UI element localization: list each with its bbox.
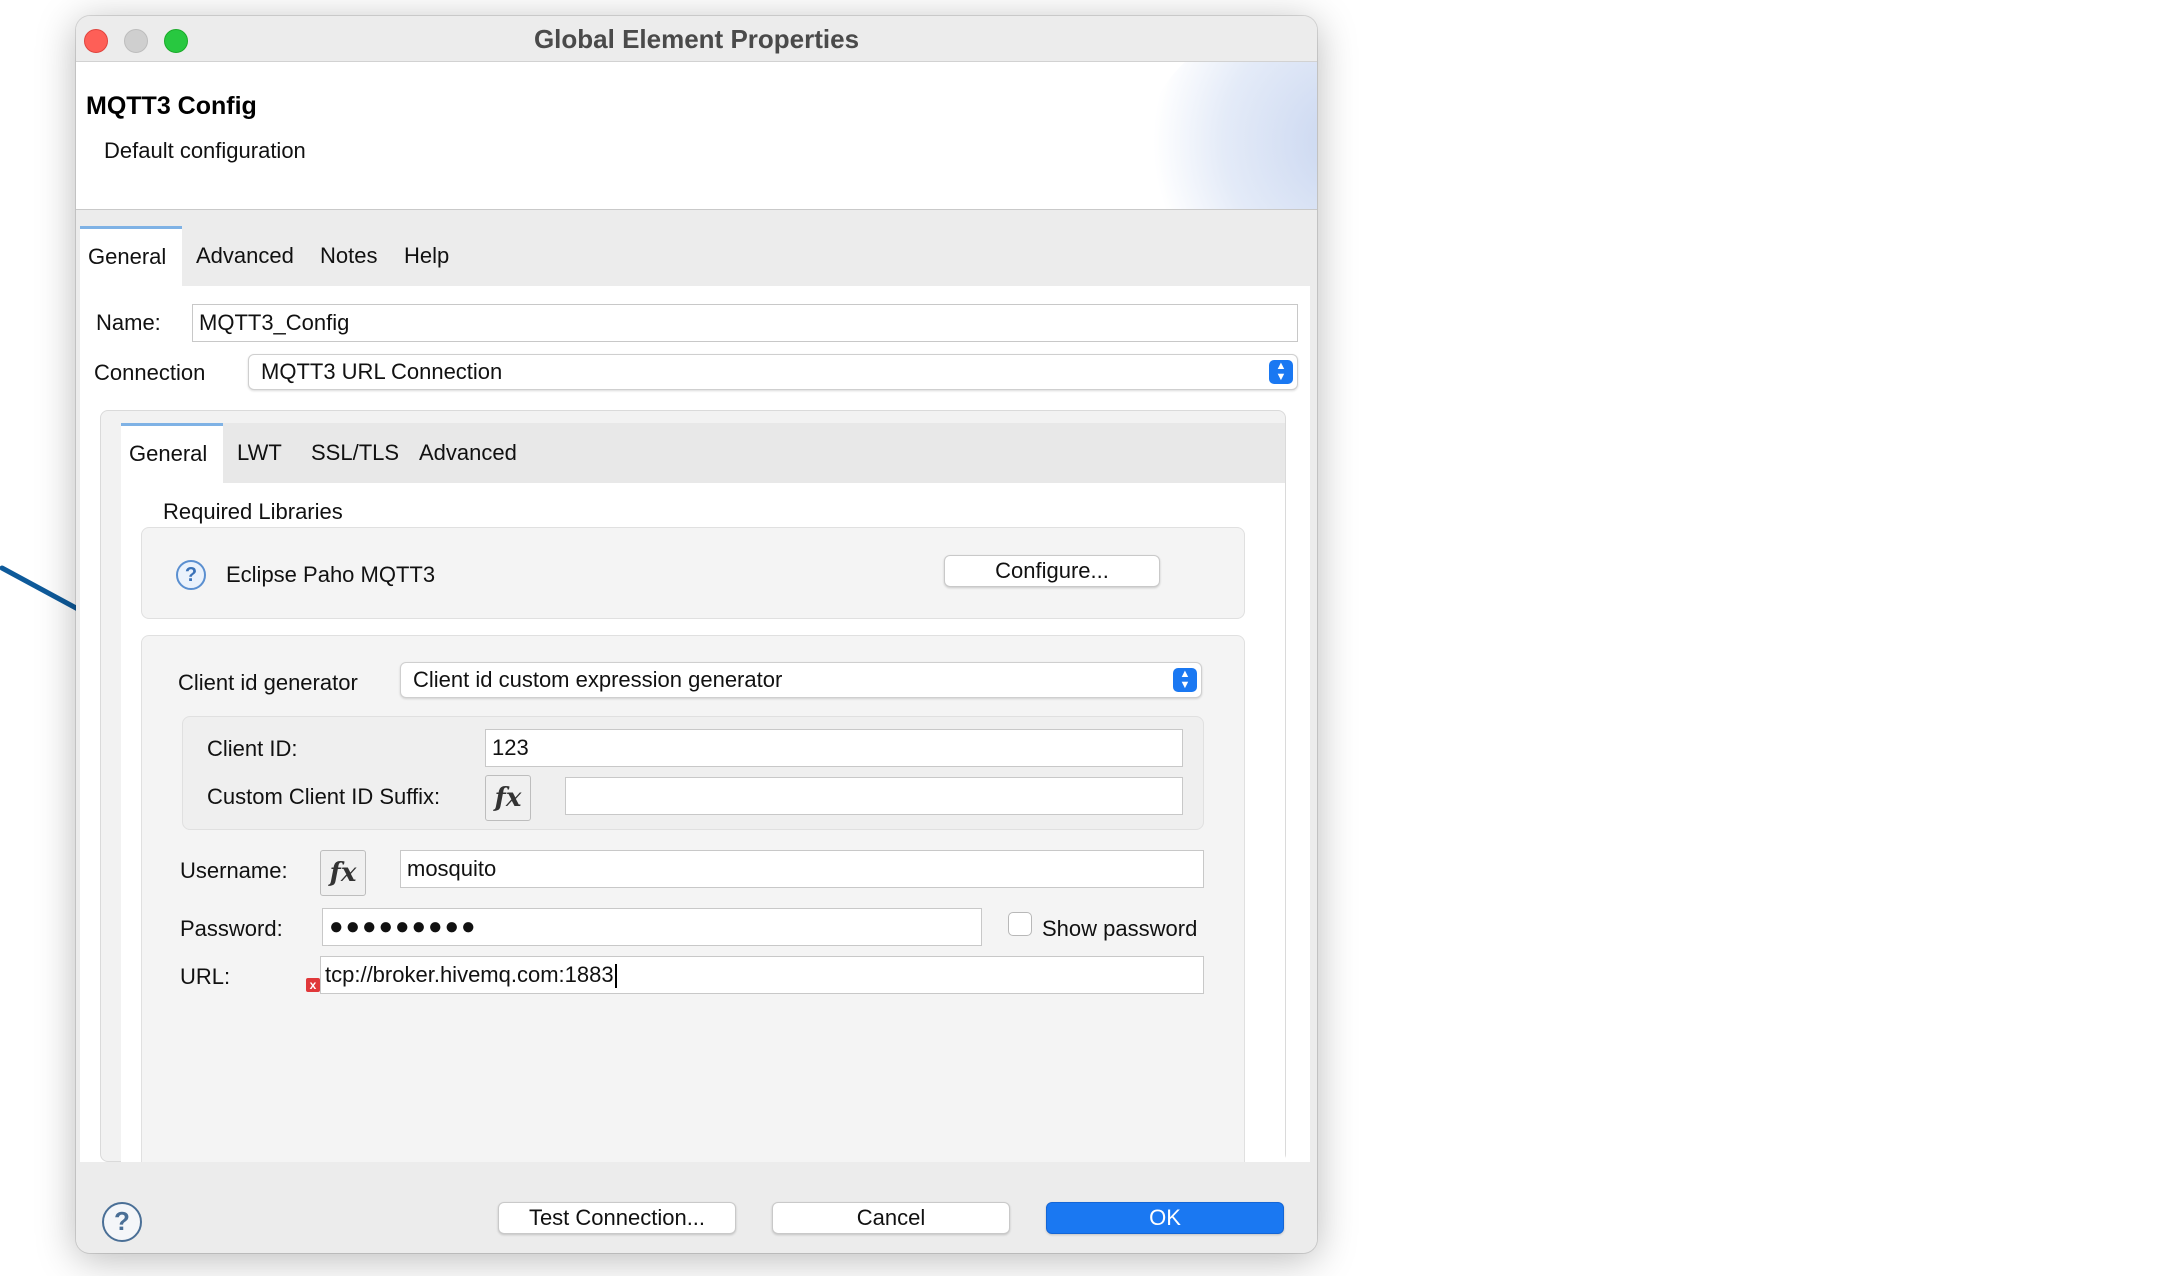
window-title: Global Element Properties (533, 24, 860, 54)
tab-advanced[interactable]: Advanced (188, 226, 302, 286)
client-id-subgroup: Client ID: 123 Custom Client ID Suffix: … (182, 716, 1204, 830)
main-tabbar: General Advanced Notes Help (76, 210, 1317, 286)
connection-panel: General LWT SSL/TLS Advanced Required Li… (100, 410, 1286, 1163)
custom-suffix-input[interactable] (565, 777, 1183, 815)
url-input[interactable]: tcp://broker.hivemq.com:1883 (320, 956, 1204, 994)
inner-tab-general[interactable]: General (121, 423, 223, 483)
cancel-button[interactable]: Cancel (772, 1202, 1010, 1234)
url-input-value: tcp://broker.hivemq.com:1883 (325, 962, 614, 987)
connection-general-content: Required Libraries ? Eclipse Paho MQTT3 … (121, 483, 1285, 1163)
tab-general[interactable]: General (80, 226, 182, 286)
name-label: Name: (96, 310, 161, 335)
username-fx-button[interactable]: fx (320, 850, 366, 896)
ok-button[interactable]: OK (1046, 1202, 1284, 1234)
select-updown-icon: ▲ ▼ (1173, 668, 1197, 692)
username-label: Username: (180, 858, 288, 883)
question-icon: ? (176, 560, 206, 590)
dialog-header: MQTT3 Config Default configuration (76, 62, 1317, 210)
connection-select-value: MQTT3 URL Connection (261, 359, 503, 384)
header-decoration (1137, 62, 1317, 209)
show-password-label: Show password (1042, 916, 1198, 941)
connection-label: Connection (94, 360, 206, 385)
client-id-generator-select[interactable]: Client id custom expression generator ▲ ▼ (400, 662, 1202, 698)
configure-button[interactable]: Configure... (944, 555, 1160, 587)
custom-suffix-label: Custom Client ID Suffix: (207, 784, 441, 809)
config-title: MQTT3 Config (86, 92, 257, 120)
library-name: Eclipse Paho MQTT3 (226, 562, 436, 587)
password-input[interactable]: ●●●●●●●●● (322, 908, 982, 946)
client-id-label: Client ID: (207, 736, 298, 761)
client-id-generator-label: Client id generator (178, 670, 358, 695)
tab-notes[interactable]: Notes (312, 226, 385, 286)
url-label: URL: (180, 964, 231, 989)
inner-tab-advanced[interactable]: Advanced (411, 423, 525, 483)
error-icon: x (306, 978, 320, 992)
config-subtitle: Default configuration (104, 138, 306, 163)
dialog-footer: ? Test Connection... Cancel OK (76, 1162, 1317, 1253)
title-bar: Global Element Properties (76, 16, 1317, 62)
client-id-input[interactable]: 123 (485, 729, 1183, 767)
client-id-generator-value: Client id custom expression generator (413, 667, 783, 692)
tab-help[interactable]: Help (396, 226, 457, 286)
connection-select[interactable]: MQTT3 URL Connection ▲ ▼ (248, 354, 1298, 390)
dialog-window: Global Element Properties MQTT3 Config D… (76, 16, 1317, 1253)
name-input[interactable]: MQTT3_Config (192, 304, 1298, 342)
inner-tab-lwt[interactable]: LWT (229, 423, 290, 483)
required-libraries-group: ? Eclipse Paho MQTT3 Configure... (141, 527, 1245, 619)
username-input[interactable]: mosquito (400, 850, 1204, 888)
show-password-checkbox[interactable] (1008, 912, 1032, 936)
suffix-fx-button[interactable]: fx (485, 775, 531, 821)
required-libraries-label: Required Libraries (163, 499, 343, 524)
select-updown-icon: ▲ ▼ (1269, 360, 1293, 384)
client-settings-group: Client id generator Client id custom exp… (141, 635, 1245, 1163)
connection-tabbar: General LWT SSL/TLS Advanced (121, 423, 1285, 483)
help-icon[interactable]: ? (102, 1202, 142, 1242)
password-label: Password: (180, 916, 283, 941)
text-cursor (614, 964, 617, 989)
test-connection-button[interactable]: Test Connection... (498, 1202, 736, 1234)
general-tab-content: Name: MQTT3_Config Connection MQTT3 URL … (80, 286, 1310, 1163)
inner-tab-ssl-tls[interactable]: SSL/TLS (303, 423, 407, 483)
